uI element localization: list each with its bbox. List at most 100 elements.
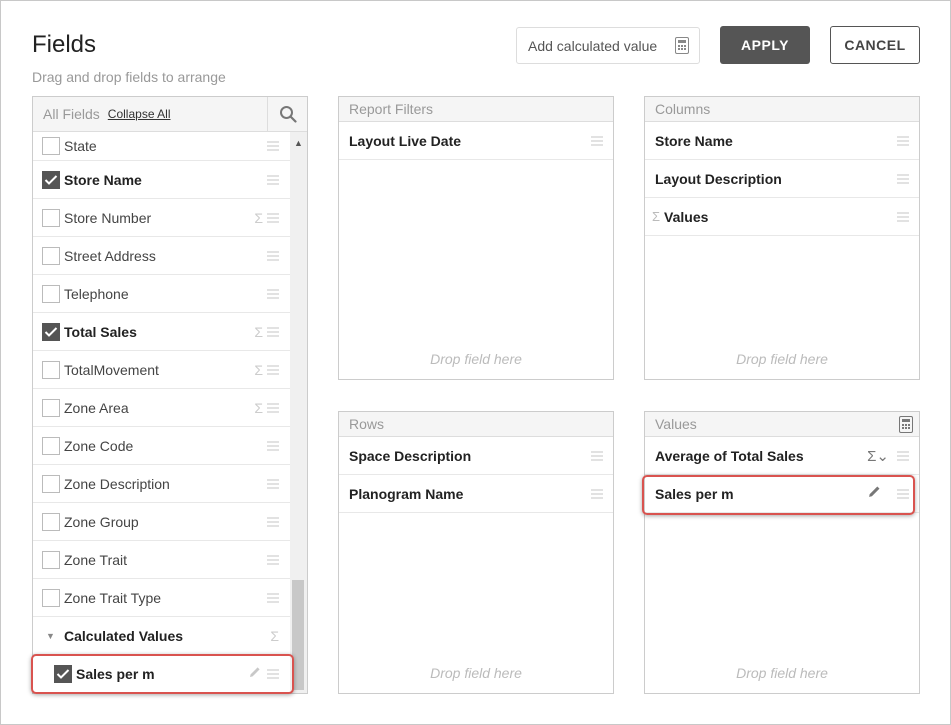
fields-scrollbar[interactable]: ▲	[290, 132, 307, 693]
report-filter-item[interactable]: Layout Live Date	[339, 122, 613, 160]
field-row-zone-group[interactable]: Zone Group	[33, 503, 291, 541]
rows-zone[interactable]: Rows Space Description Planogram Name Dr…	[338, 411, 614, 694]
report-filters-zone[interactable]: Report Filters Layout Live Date Drop fie…	[338, 96, 614, 380]
drag-handle-icon[interactable]	[267, 555, 279, 564]
field-row-zone-code[interactable]: Zone Code	[33, 427, 291, 465]
scroll-up-icon[interactable]: ▲	[294, 138, 303, 148]
drag-handle-icon[interactable]	[591, 136, 603, 145]
all-fields-label: All Fields	[43, 106, 100, 122]
field-checkbox[interactable]	[42, 284, 60, 303]
field-row-totalmovement[interactable]: TotalMovement Σ	[33, 351, 291, 389]
field-checkbox[interactable]	[42, 360, 60, 379]
zone-item-label: Layout Description	[655, 170, 782, 187]
field-checkbox[interactable]	[42, 474, 60, 493]
field-row-sales-per-m[interactable]: Sales per m	[33, 655, 291, 693]
field-checkbox[interactable]	[42, 398, 60, 417]
field-label: Telephone	[64, 285, 129, 302]
sigma-icon: Σ	[254, 323, 263, 340]
drag-handle-icon[interactable]	[267, 669, 279, 679]
drag-handle-icon[interactable]	[267, 517, 279, 526]
drag-handle-icon[interactable]	[267, 141, 279, 151]
drag-handle-icon[interactable]	[267, 441, 279, 450]
field-row-zone-trait-type[interactable]: Zone Trait Type	[33, 579, 291, 617]
drag-handle-icon[interactable]	[897, 212, 909, 221]
field-checkbox[interactable]	[42, 246, 60, 265]
drag-handle-icon[interactable]	[267, 175, 279, 184]
zone-item-label: Average of Total Sales	[655, 447, 804, 464]
checkmark-icon	[56, 669, 70, 679]
field-checkbox[interactable]	[42, 208, 60, 227]
drag-handle-icon[interactable]	[267, 251, 279, 260]
field-checkbox[interactable]	[42, 436, 60, 455]
field-row-store-number[interactable]: Store Number Σ	[33, 199, 291, 237]
row-item[interactable]: Space Description	[339, 437, 613, 475]
collapse-arrow-icon[interactable]: ▼	[46, 631, 58, 641]
field-row-zone-area[interactable]: Zone Area Σ	[33, 389, 291, 427]
field-row-telephone[interactable]: Telephone	[33, 275, 291, 313]
field-row-street-address[interactable]: Street Address	[33, 237, 291, 275]
drag-handle-icon[interactable]	[267, 213, 279, 222]
field-checkbox[interactable]	[54, 665, 72, 683]
values-zone[interactable]: Values Average of Total Sales Σ⌄ Sales p…	[644, 411, 920, 694]
drag-handle-icon[interactable]	[267, 327, 279, 336]
field-label: TotalMovement	[64, 361, 159, 378]
drag-handle-icon[interactable]	[267, 479, 279, 488]
cancel-button[interactable]: CANCEL	[830, 26, 920, 64]
apply-button[interactable]: APPLY	[720, 26, 810, 64]
field-checkbox[interactable]	[42, 322, 60, 341]
values-header-label: Values	[655, 416, 697, 432]
checkmark-icon	[44, 326, 58, 337]
drop-placeholder: Drop field here	[430, 351, 522, 367]
value-item[interactable]: Average of Total Sales Σ⌄	[645, 437, 919, 475]
field-label: Total Sales	[64, 323, 137, 340]
zone-item-label: Space Description	[349, 447, 472, 464]
drag-handle-icon[interactable]	[897, 174, 909, 183]
field-row-store-name[interactable]: Store Name	[33, 161, 291, 199]
sigma-icon: Σ	[254, 209, 263, 226]
columns-zone[interactable]: Columns Store Name Layout Description Σ …	[644, 96, 920, 380]
group-label: Calculated Values	[64, 627, 184, 644]
value-item[interactable]: Sales per m	[645, 475, 919, 513]
values-header: Values	[645, 412, 919, 437]
field-row-zone-trait[interactable]: Zone Trait	[33, 541, 291, 579]
field-row-total-sales[interactable]: Total Sales Σ	[33, 313, 291, 351]
edit-pencil-icon[interactable]	[868, 485, 881, 503]
edit-pencil-icon[interactable]	[249, 665, 261, 683]
field-label: Zone Area	[64, 399, 129, 416]
drag-handle-icon[interactable]	[267, 289, 279, 298]
collapse-all-link[interactable]: Collapse All	[108, 107, 171, 121]
field-row-zone-description[interactable]: Zone Description	[33, 465, 291, 503]
sigma-icon: Σ	[652, 209, 661, 224]
drag-handle-icon[interactable]	[591, 489, 603, 498]
field-checkbox[interactable]	[42, 137, 60, 155]
field-row-state[interactable]: State	[33, 132, 291, 161]
calculator-icon	[675, 37, 689, 57]
drag-handle-icon[interactable]	[897, 136, 909, 145]
drag-handle-icon[interactable]	[897, 489, 909, 498]
column-item-values[interactable]: Σ Values	[645, 198, 919, 236]
row-item[interactable]: Planogram Name	[339, 475, 613, 513]
column-item[interactable]: Layout Description	[645, 160, 919, 198]
search-button[interactable]	[267, 97, 307, 131]
drag-handle-icon[interactable]	[267, 403, 279, 412]
add-calculated-value-button[interactable]: Add calculated value	[516, 27, 700, 64]
field-label: Sales per m	[76, 666, 155, 682]
aggregation-dropdown-icon[interactable]: Σ⌄	[867, 447, 889, 465]
add-calculated-value-label: Add calculated value	[528, 37, 658, 54]
page-title: Fields	[32, 31, 97, 58]
checkmark-icon	[44, 174, 58, 185]
field-checkbox[interactable]	[42, 550, 60, 569]
field-checkbox[interactable]	[42, 512, 60, 531]
field-label: Zone Trait	[64, 551, 128, 568]
field-checkbox[interactable]	[42, 170, 60, 189]
scrollbar-thumb[interactable]	[292, 580, 304, 690]
sigma-icon: Σ	[254, 361, 263, 378]
drag-handle-icon[interactable]	[267, 365, 279, 374]
field-checkbox[interactable]	[42, 588, 60, 607]
column-item[interactable]: Store Name	[645, 122, 919, 160]
drop-placeholder: Drop field here	[736, 351, 828, 367]
drag-handle-icon[interactable]	[267, 593, 279, 602]
group-row-calculated-values[interactable]: ▼ Calculated Values Σ	[33, 617, 291, 655]
drag-handle-icon[interactable]	[897, 451, 909, 460]
drag-handle-icon[interactable]	[591, 451, 603, 460]
